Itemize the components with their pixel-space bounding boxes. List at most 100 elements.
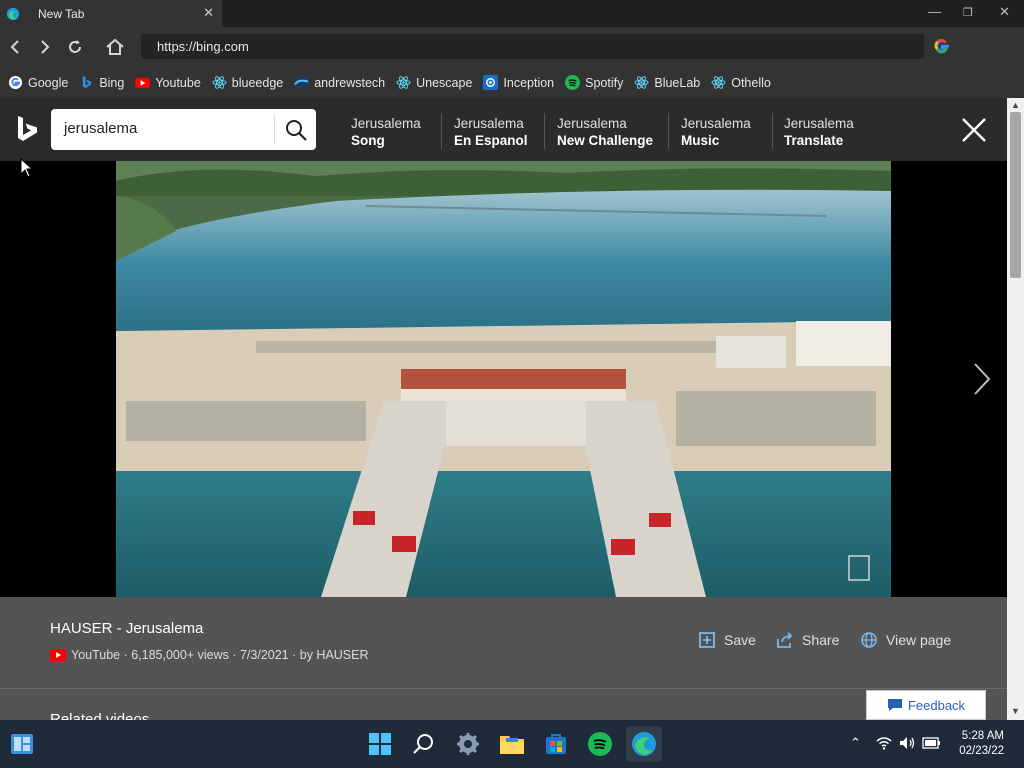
battery-icon[interactable] (922, 737, 941, 749)
related-divider (441, 113, 442, 149)
settings-gear-icon[interactable] (453, 729, 483, 759)
video-info-panel: HAUSER - Jerusalema YouTube · 6,185,000+… (0, 597, 1007, 720)
bookmark-label: Google (28, 75, 69, 90)
spotify-icon[interactable] (585, 729, 615, 759)
related-line1: Jerusalema (784, 116, 854, 131)
feedback-label: Feedback (907, 697, 966, 713)
bookmarks-bar: Google Bing Youtube blueedge andrewstech… (0, 67, 1024, 98)
page-scrollbar[interactable]: ▲ ▼ (1007, 98, 1024, 720)
related-line2: Translate (784, 133, 844, 148)
video-meta-text: YouTube · 6,185,000+ views · 7/3/2021 · … (71, 648, 369, 662)
bookmark-label: blueedge (231, 75, 284, 90)
search-box[interactable]: jerusalema (51, 109, 316, 150)
browser-toolbar: https://bing.com (0, 27, 1024, 67)
related-line1: Jerusalema (557, 116, 627, 131)
related-line1: Jerusalema (351, 116, 421, 131)
tab-new-tab[interactable]: New Tab ✕ (0, 0, 222, 27)
save-button[interactable]: Save (698, 631, 756, 649)
file-explorer-icon[interactable] (497, 729, 527, 759)
search-input[interactable]: jerusalema (64, 120, 137, 137)
wifi-icon[interactable] (876, 736, 892, 750)
save-label: Save (724, 632, 756, 648)
bookmark-bluelab[interactable]: BlueLab (634, 75, 700, 90)
search-icon[interactable] (284, 118, 308, 142)
bookmark-label: Unescape (416, 75, 473, 90)
scrollbar-thumb[interactable] (1010, 112, 1021, 278)
volume-icon[interactable] (899, 736, 916, 750)
related-line2: Song (351, 133, 385, 148)
google-icon (8, 75, 23, 90)
related-search-en-espanol[interactable]: Jerusalema En Espanol (454, 115, 528, 149)
related-videos-heading: Related videos (50, 711, 150, 720)
bookmark-label: Othello (731, 75, 771, 90)
edge-icon (6, 7, 20, 20)
maximize-icon[interactable]: ❐ (963, 6, 973, 19)
bookmark-bing[interactable]: Bing (79, 75, 124, 90)
scroll-up-icon[interactable]: ▲ (1011, 100, 1020, 110)
back-icon[interactable] (4, 36, 26, 58)
related-line2: New Challenge (557, 133, 654, 148)
start-icon[interactable] (365, 729, 395, 759)
video-title[interactable]: HAUSER - Jerusalema (50, 620, 203, 637)
show-hidden-icons-icon[interactable]: ⌃ (850, 735, 861, 751)
bookmark-blueedge[interactable]: blueedge (212, 75, 283, 90)
share-button[interactable]: Share (776, 631, 839, 649)
bing-icon (83, 75, 92, 89)
bookmark-unescape[interactable]: Unescape (396, 75, 472, 90)
bookmark-youtube[interactable]: Youtube (135, 75, 201, 90)
related-search-music[interactable]: Jerusalema Music (681, 115, 751, 149)
feedback-icon (887, 699, 902, 711)
bookmark-google[interactable]: Google (8, 75, 68, 90)
react-icon (711, 76, 726, 89)
close-overlay-icon[interactable] (960, 116, 988, 144)
bookmark-othello[interactable]: Othello (711, 75, 771, 90)
save-icon (699, 632, 715, 648)
clock-time: 5:28 AM (961, 730, 1004, 742)
forward-icon[interactable] (34, 36, 56, 58)
video-meta: YouTube · 6,185,000+ views · 7/3/2021 · … (50, 648, 369, 662)
react-icon (396, 76, 411, 89)
wave-icon (294, 76, 310, 89)
next-arrow-icon[interactable] (969, 361, 995, 397)
youtube-icon (135, 77, 151, 89)
youtube-icon (50, 649, 66, 661)
bookmark-inception[interactable]: Inception (483, 75, 554, 90)
search-divider (274, 115, 275, 144)
tab-close-icon[interactable]: ✕ (203, 5, 214, 21)
related-search-translate[interactable]: Jerusalema Translate (784, 115, 854, 149)
related-line1: Jerusalema (454, 116, 524, 131)
bookmark-spotify[interactable]: Spotify (565, 75, 623, 90)
spotify-icon (565, 75, 581, 90)
widgets-icon[interactable] (7, 729, 37, 759)
scroll-down-icon[interactable]: ▼ (1011, 706, 1020, 716)
bookmark-label: Inception (503, 75, 555, 90)
bookmark-label: BlueLab (654, 75, 701, 90)
bookmark-label: andrewstech (314, 75, 386, 90)
home-icon[interactable] (104, 36, 126, 58)
search-icon[interactable] (409, 729, 439, 759)
bookmark-label: Bing (99, 75, 125, 90)
video-frame-image (116, 161, 891, 597)
system-clock[interactable]: 5:28 AM 02/23/22 (952, 729, 1004, 759)
related-search-new-challenge[interactable]: Jerusalema New Challenge (557, 115, 653, 149)
edge-taskbar-icon[interactable] (626, 726, 662, 762)
google-icon[interactable] (934, 38, 950, 54)
screen: New Tab ✕ — ❐ ✕ https://bing.com Google … (0, 0, 1024, 768)
view-page-button[interactable]: View page (860, 631, 951, 649)
address-bar[interactable]: https://bing.com (141, 34, 924, 59)
window-close-icon[interactable]: ✕ (999, 4, 1010, 20)
bookmark-andrewstech[interactable]: andrewstech (294, 75, 385, 90)
feedback-button[interactable]: Feedback (866, 690, 986, 720)
video-player[interactable] (116, 161, 891, 597)
bing-search-header: jerusalema Jerusalema Song Jerusalema En… (0, 98, 1007, 161)
share-label: Share (802, 632, 840, 648)
reload-icon[interactable] (64, 36, 86, 58)
react-icon (634, 76, 649, 89)
bing-video-overlay: jerusalema Jerusalema Song Jerusalema En… (0, 98, 1007, 720)
minimize-icon[interactable]: — (928, 4, 941, 19)
inception-icon (483, 75, 499, 90)
bing-logo-icon[interactable] (17, 115, 39, 143)
video-player-area (0, 161, 1007, 597)
related-search-song[interactable]: Jerusalema Song (351, 115, 421, 149)
store-icon[interactable] (541, 729, 571, 759)
